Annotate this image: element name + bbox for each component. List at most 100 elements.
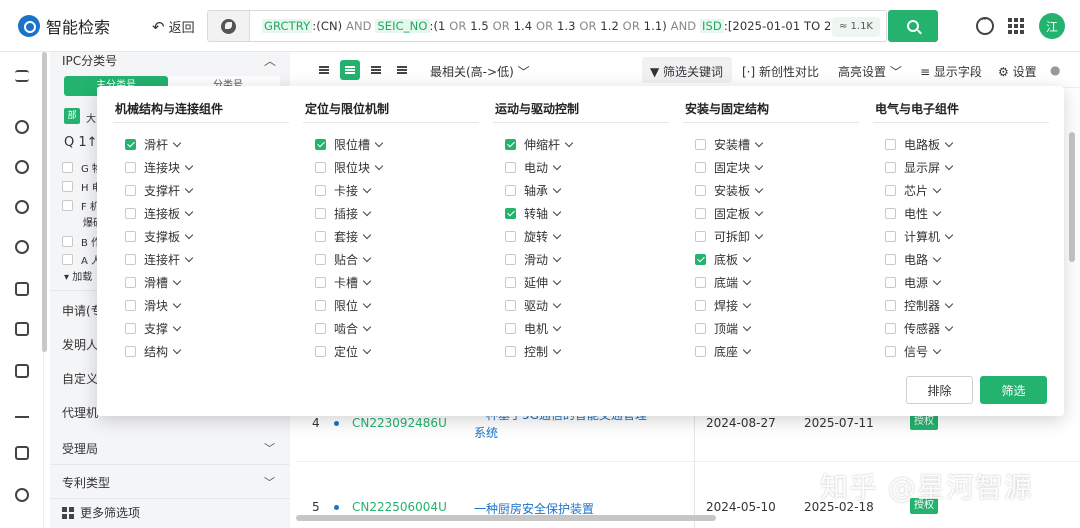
- add-icon[interactable]: [15, 282, 29, 296]
- checkbox[interactable]: [695, 162, 706, 173]
- keyword-option[interactable]: 支撑板: [125, 228, 194, 245]
- chevron-down-icon[interactable]: ﹀: [264, 474, 275, 490]
- chevron-down-icon[interactable]: [944, 299, 954, 309]
- keyword-option[interactable]: 焊接: [695, 297, 752, 314]
- settings-button[interactable]: ⚙ 设置: [998, 63, 1037, 80]
- keyword-option[interactable]: 电路: [885, 251, 942, 268]
- avatar[interactable]: 江: [1039, 13, 1065, 39]
- chevron-down-icon[interactable]: [184, 253, 194, 263]
- keyword-option[interactable]: 滑动: [505, 251, 562, 268]
- keyword-option[interactable]: 啮合: [315, 320, 372, 337]
- checkbox[interactable]: [315, 254, 326, 265]
- keyword-option[interactable]: 可拆卸: [695, 228, 764, 245]
- keyword-option[interactable]: 旋转: [505, 228, 562, 245]
- sidebar-search-sort[interactable]: Q 1↑: [64, 135, 98, 150]
- balance-icon[interactable]: [15, 404, 29, 418]
- load-more-link[interactable]: ▾ 加载: [64, 268, 92, 283]
- keyword-option[interactable]: 显示屏: [885, 159, 954, 176]
- chevron-down-icon[interactable]: [172, 138, 182, 148]
- filter-button[interactable]: 筛选: [980, 376, 1047, 404]
- checkbox[interactable]: [505, 277, 516, 288]
- checkbox[interactable]: [695, 185, 706, 196]
- filter-keywords-label[interactable]: ▼ 筛选关键词: [650, 63, 723, 80]
- document-search-icon[interactable]: [15, 322, 29, 336]
- chevron-down-icon[interactable]: [552, 299, 562, 309]
- section-badge[interactable]: 部: [64, 108, 80, 124]
- chevron-down-icon[interactable]: [374, 138, 384, 148]
- message-icon[interactable]: [976, 15, 994, 35]
- keyword-option[interactable]: 卡接: [315, 182, 372, 199]
- chevron-down-icon[interactable]: [754, 138, 764, 148]
- keyword-option[interactable]: 底座: [695, 343, 752, 360]
- chevron-down-icon[interactable]: [362, 345, 372, 355]
- keyword-option[interactable]: 连接块: [125, 159, 194, 176]
- search-button[interactable]: [888, 10, 938, 42]
- keyword-option[interactable]: 控制: [505, 343, 562, 360]
- checkbox[interactable]: [885, 346, 896, 357]
- checkbox[interactable]: [125, 277, 136, 288]
- image-search-icon[interactable]: [15, 240, 29, 254]
- ipc-item[interactable]: A 人: [62, 252, 101, 267]
- patent-number-link[interactable]: CN222506004U: [352, 500, 447, 514]
- chevron-down-icon[interactable]: [362, 207, 372, 217]
- back-button[interactable]: ↶ 返回: [152, 17, 195, 37]
- chevron-down-icon[interactable]: [362, 299, 372, 309]
- checkbox[interactable]: [505, 254, 516, 265]
- checkbox[interactable]: [505, 300, 516, 311]
- keyword-option[interactable]: 控制器: [885, 297, 954, 314]
- checkbox-checked[interactable]: [505, 139, 516, 150]
- chevron-down-icon[interactable]: [552, 184, 562, 194]
- chevron-down-icon[interactable]: [932, 253, 942, 263]
- chevron-down-icon[interactable]: [374, 161, 384, 171]
- chevron-down-icon[interactable]: [172, 322, 182, 332]
- checkbox[interactable]: [505, 162, 516, 173]
- checkbox[interactable]: [695, 323, 706, 334]
- chevron-down-icon[interactable]: [362, 322, 372, 332]
- keyword-option[interactable]: 卡槽: [315, 274, 372, 291]
- group-agency[interactable]: 代理机: [62, 404, 98, 421]
- ipc-item[interactable]: F 机: [62, 198, 100, 213]
- checkbox-checked[interactable]: [695, 254, 706, 265]
- sort-dropdown[interactable]: 最相关(高->低) ﹀: [430, 63, 530, 80]
- keyword-option[interactable]: 计算机: [885, 228, 954, 245]
- keyword-option[interactable]: 电源: [885, 274, 942, 291]
- exclude-button[interactable]: 排除: [906, 376, 973, 404]
- checkbox[interactable]: [315, 277, 326, 288]
- chevron-down-icon[interactable]: [932, 345, 942, 355]
- checkbox[interactable]: [885, 208, 896, 219]
- checkbox[interactable]: [885, 139, 896, 150]
- keyword-option[interactable]: 电性: [885, 205, 942, 222]
- keyword-option[interactable]: 芯片: [885, 182, 942, 199]
- keyword-option[interactable]: 套接: [315, 228, 372, 245]
- checkbox[interactable]: [315, 208, 326, 219]
- keyword-option[interactable]: 电动: [505, 159, 562, 176]
- keyword-option[interactable]: 驱动: [505, 297, 562, 314]
- keyword-option[interactable]: 滑槽: [125, 274, 182, 291]
- chevron-down-icon[interactable]: [944, 138, 954, 148]
- chevron-down-icon[interactable]: [172, 299, 182, 309]
- checkbox[interactable]: [125, 254, 136, 265]
- chevron-down-icon[interactable]: [754, 184, 764, 194]
- export-icon[interactable]: [15, 364, 29, 378]
- view-card-button[interactable]: [314, 60, 334, 80]
- keyword-option[interactable]: 支撑: [125, 320, 182, 337]
- registered-icon[interactable]: [15, 488, 29, 502]
- group-custom[interactable]: 自定义: [62, 370, 98, 387]
- checkbox[interactable]: [125, 323, 136, 334]
- collapse-icon[interactable]: ︿: [264, 52, 276, 69]
- apps-grid-icon[interactable]: [1008, 18, 1024, 34]
- checkbox[interactable]: [315, 231, 326, 242]
- keyword-option[interactable]: 连接板: [125, 205, 194, 222]
- vertical-scrollbar[interactable]: [1069, 132, 1075, 262]
- checkbox[interactable]: [695, 277, 706, 288]
- group-patent-type[interactable]: 专利类型: [62, 474, 110, 491]
- group-office[interactable]: 受理局: [62, 440, 98, 457]
- chevron-down-icon[interactable]: [552, 230, 562, 240]
- semantic-search-icon[interactable]: [15, 160, 29, 174]
- chevron-down-icon[interactable]: [184, 161, 194, 171]
- chevron-down-icon[interactable]: [552, 253, 562, 263]
- checkbox-checked[interactable]: [125, 139, 136, 150]
- chevron-down-icon[interactable]: [362, 253, 372, 263]
- ipc-item[interactable]: B 作: [62, 234, 101, 249]
- keyword-option[interactable]: 滑杆: [125, 136, 182, 153]
